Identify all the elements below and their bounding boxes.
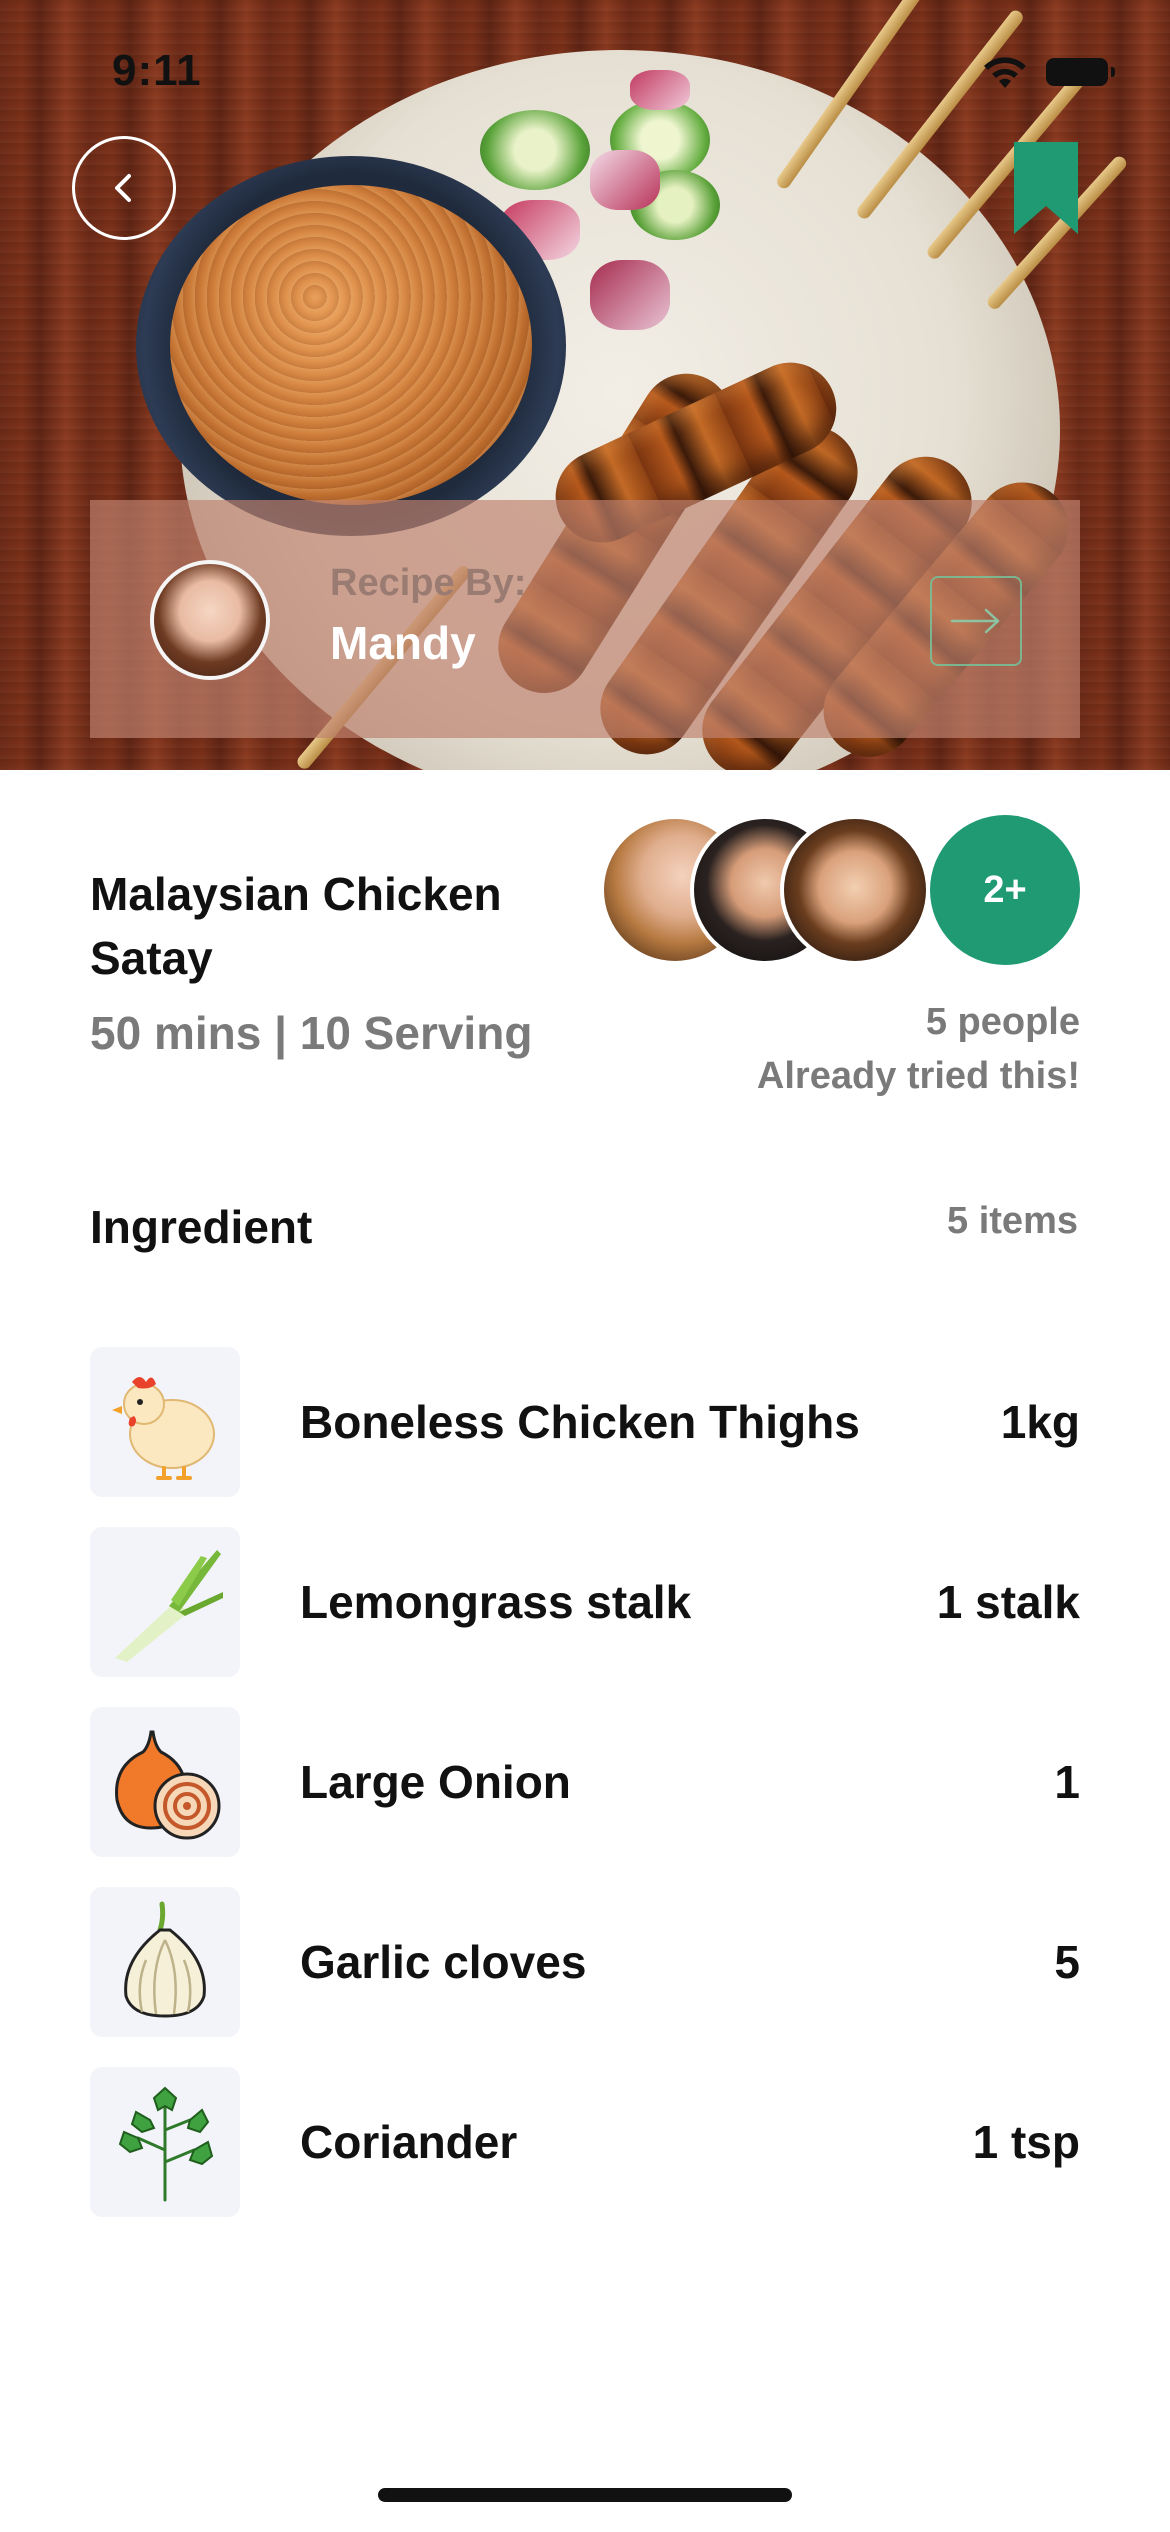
chicken-icon <box>90 1347 240 1497</box>
ingredient-count: 5 items <box>947 1200 1078 1242</box>
home-indicator[interactable] <box>378 2488 792 2502</box>
arrow-right-icon <box>950 608 1000 634</box>
ingredient-qty: 1kg <box>1000 1396 1080 1448</box>
garlic-icon <box>90 1887 240 2037</box>
onion-icon <box>90 1707 240 1857</box>
ingredient-section-title: Ingredient <box>90 1201 313 1253</box>
author-card: Recipe By: Mandy <box>90 500 1080 738</box>
ingredient-qty: 1 <box>1054 1756 1080 1808</box>
more-people-badge[interactable]: 2+ <box>930 815 1080 965</box>
ingredient-name: Boneless Chicken Thighs <box>300 1396 860 1448</box>
coriander-icon <box>90 2067 240 2217</box>
wifi-icon <box>984 57 1026 88</box>
ingredient-qty: 5 <box>1054 1936 1080 1988</box>
author-name: Mandy <box>330 617 476 669</box>
lemongrass-icon <box>90 1527 240 1677</box>
tried-line-2: Already tried this! <box>756 1055 1080 1097</box>
ingredient-row[interactable]: Coriander 1 tsp <box>90 2067 1080 2217</box>
bookmark-icon[interactable] <box>1012 142 1080 234</box>
ingredient-name: Large Onion <box>300 1756 571 1808</box>
ingredient-name: Lemongrass stalk <box>300 1576 692 1628</box>
ingredient-row[interactable]: Large Onion 1 <box>90 1707 1080 1857</box>
recipe-meta: 50 mins | 10 Serving <box>90 1007 533 1059</box>
tried-line-1: 5 people <box>925 1001 1080 1043</box>
battery-icon <box>1046 58 1115 86</box>
status-time: 9:11 <box>112 46 202 95</box>
ingredient-row[interactable]: Boneless Chicken Thighs 1kg <box>90 1347 1080 1497</box>
ingredient-qty: 1 stalk <box>936 1576 1080 1628</box>
sauce-texture <box>170 185 532 505</box>
ingredient-qty: 1 tsp <box>972 2116 1080 2168</box>
ingredient-name: Garlic cloves <box>300 1936 587 1988</box>
recipe-title: Malaysian Chicken Satay <box>90 868 502 984</box>
status-icons <box>980 54 1115 90</box>
author-label: Recipe By: <box>330 562 527 604</box>
author-avatar <box>150 560 270 680</box>
tried-by-avatars[interactable]: 2+ <box>600 815 1080 965</box>
red-onion-piece <box>590 150 660 210</box>
ingredient-row[interactable]: Lemongrass stalk 1 stalk <box>90 1527 1080 1677</box>
avatar <box>780 815 930 965</box>
red-onion-piece <box>630 70 690 110</box>
chevron-left-icon <box>115 174 131 202</box>
author-profile-button[interactable] <box>930 576 1022 666</box>
recipe-hero-image: 9:11 Recipe By: Mandy <box>0 0 1170 770</box>
tried-count: 5 people Already tried this! <box>757 995 1080 1103</box>
back-button[interactable] <box>72 136 176 240</box>
red-onion-piece <box>590 260 670 330</box>
cucumber-slice <box>480 110 590 190</box>
ingredient-row[interactable]: Garlic cloves 5 <box>90 1887 1080 2037</box>
ingredient-name: Coriander <box>300 2116 518 2168</box>
